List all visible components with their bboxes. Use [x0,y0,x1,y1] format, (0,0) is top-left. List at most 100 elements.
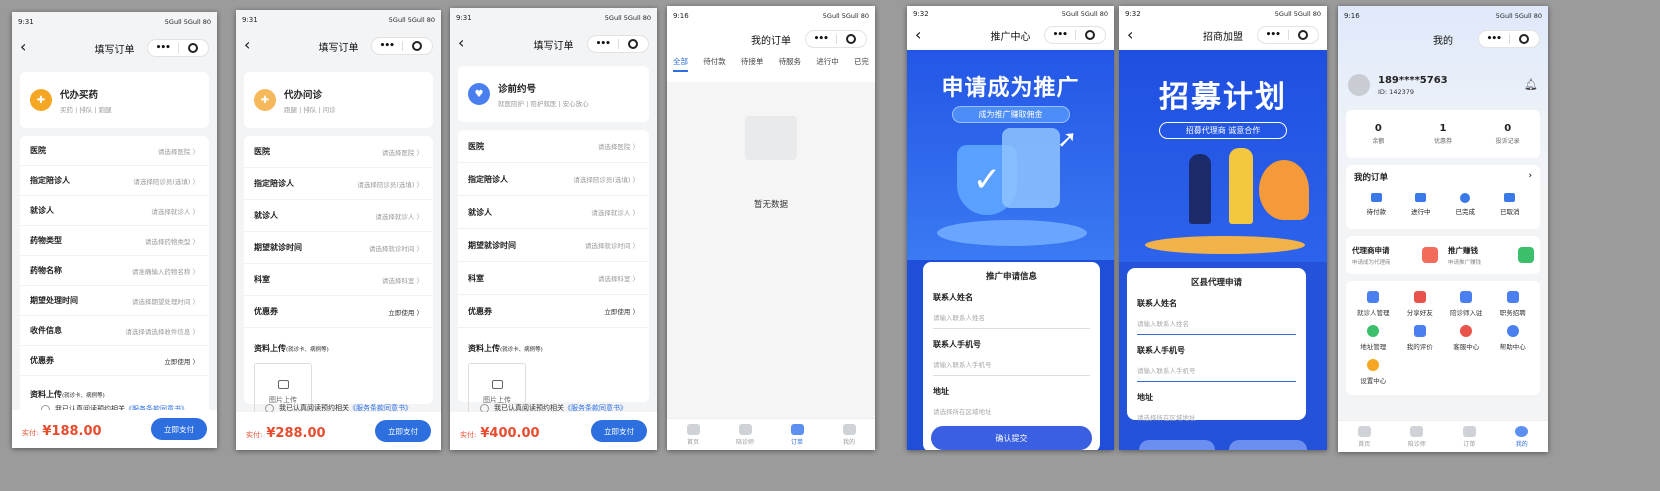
more-icon[interactable]: ••• [372,41,402,51]
form-row-companion[interactable]: 指定陪诊人 请选择陪诊员(选填) 〉 [458,163,649,196]
back-arrow-icon[interactable]: ‹ [20,38,26,56]
promote-earn-entry[interactable]: 推广赚钱 申请推广赚钱 [1444,245,1534,266]
contact-phone-input[interactable]: 请输入联系人手机号 [933,359,1090,376]
menu-reviews[interactable]: 我的评价 [1397,325,1444,351]
form-card: 医院 请选择医院 〉 指定陪诊人 请选择陪诊员(选填) 〉 就诊人 请选择就诊人 〉 … [20,136,209,428]
tab-pending-payment[interactable]: 待付款 [703,56,726,72]
mini-program-capsule[interactable]: ••• [587,35,649,53]
form-row-drug-name[interactable]: 药物名称 请准确输入药物名称 〉 [20,256,209,286]
form-row-patient[interactable]: 就诊人 请选择就诊人 〉 [20,196,209,226]
form-row-patient[interactable]: 就诊人 请选择就诊人 〉 [244,200,433,232]
mini-program-capsule[interactable]: ••• [147,39,209,57]
service-subtitle: 就医陪护 | 陪护就医 | 安心放心 [498,99,589,108]
camera-icon [491,379,503,389]
promo-application-form: 推广申请信息 联系人姓名 请输入联系人姓名 联系人手机号 请输入联系人手机号 地址请… [923,262,1100,450]
address-input[interactable]: 请选择所在区域地址 [933,406,1090,422]
mini-program-capsule[interactable]: ••• [1044,26,1106,44]
address-input[interactable]: 请选择所在区域地址 [1137,412,1296,428]
more-icon[interactable]: ••• [1479,34,1509,44]
form-row-patient[interactable]: 就诊人 请选择就诊人 〉 [458,196,649,229]
form-row-department[interactable]: 科室 请选择科室 〉 [244,264,433,296]
form-row-hospital[interactable]: 医院 请选择医院 〉 [458,130,649,163]
back-arrow-icon[interactable]: ‹ [915,26,921,44]
tab-home[interactable]: 首页 [1338,421,1391,452]
contact-phone-input[interactable]: 请输入联系人手机号 [1137,365,1296,382]
menu-jobs[interactable]: 职务招聘 [1490,291,1537,317]
order-completed[interactable]: 已完成 [1443,193,1488,216]
menu-companion-join[interactable]: 陪诊师入驻 [1443,291,1490,317]
menu-settings[interactable]: 设置中心 [1350,359,1397,385]
form-title: 推广申请信息 [985,272,1037,282]
tab-mine[interactable]: 我的 [1496,421,1549,452]
close-icon[interactable] [179,42,209,55]
bottom-button-left[interactable] [1139,440,1215,450]
tab-home[interactable]: 首页 [667,419,719,450]
close-icon[interactable] [1510,33,1540,46]
pay-button[interactable]: 立即支付 [375,420,431,442]
tab-companion[interactable]: 陪诊师 [719,419,771,450]
avatar[interactable] [1348,74,1370,96]
stat-balance[interactable]: 0 余额 [1346,123,1411,145]
my-orders-header[interactable]: 我的订单 › [1354,171,1532,183]
form-row-coupon[interactable]: 优惠券 立即使用 〉 [20,346,209,376]
more-icon[interactable]: ••• [806,34,836,44]
tab-orders[interactable]: 订单 [1443,421,1496,452]
order-in-progress[interactable]: 进行中 [1399,193,1444,216]
agent-apply-entry[interactable]: 代理商申请 申请成为代理商 [1352,245,1444,266]
stat-coupons[interactable]: 1 优惠券 [1411,123,1476,145]
back-arrow-icon[interactable]: ‹ [458,34,464,52]
mini-program-capsule[interactable]: ••• [805,30,867,48]
form-row-companion[interactable]: 指定陪诊人 请选择陪诊员(选填) 〉 [244,168,433,200]
more-icon[interactable]: ••• [148,43,178,53]
submit-button[interactable]: 确认提交 [931,426,1092,450]
more-icon[interactable]: ••• [1258,30,1288,40]
form-row-shipping[interactable]: 收件信息 请选择请选择收件信息 〉 [20,316,209,346]
form-row-department[interactable]: 科室 请选择科室 〉 [458,262,649,295]
menu-customer-service[interactable]: 客服中心 [1443,325,1490,351]
close-icon[interactable] [837,33,867,46]
pay-button[interactable]: 立即支付 [151,418,207,440]
tab-orders[interactable]: 订单 [771,419,823,450]
close-icon[interactable] [403,40,433,53]
close-icon[interactable] [619,38,649,51]
menu-patient-management[interactable]: 就诊人管理 [1350,291,1397,317]
close-icon[interactable] [1289,29,1319,42]
mini-program-capsule[interactable]: ••• [1478,30,1540,48]
menu-address[interactable]: 地址管理 [1350,325,1397,351]
tab-mine[interactable]: 我的 [823,419,875,450]
contact-name-input[interactable]: 请输入联系人姓名 [933,312,1090,329]
order-pending-payment[interactable]: 待付款 [1354,193,1399,216]
close-icon[interactable] [1076,29,1106,42]
tab-pending-accept[interactable]: 待接单 [741,56,764,72]
tab-all[interactable]: 全部 [673,56,688,72]
tab-companion[interactable]: 陪诊师 [1391,421,1444,452]
form-row-hospital[interactable]: 医院 请选择医院 〉 [244,136,433,168]
menu-help[interactable]: 帮助中心 [1490,325,1537,351]
form-row-time[interactable]: 期望就诊时间 请选择就诊时间 〉 [244,232,433,264]
form-row-coupon[interactable]: 优惠券 立即使用 〉 [458,295,649,328]
bottom-button-right[interactable] [1229,440,1307,450]
mini-program-capsule[interactable]: ••• [1257,26,1319,44]
form-row-coupon[interactable]: 优惠券 立即使用 〉 [244,296,433,328]
menu-share[interactable]: 分享好友 [1397,291,1444,317]
more-icon[interactable]: ••• [588,39,618,49]
tab-completed[interactable]: 已完 [854,56,869,72]
form-row-time[interactable]: 期望就诊时间 请选择就诊时间 〉 [458,229,649,262]
tab-in-progress[interactable]: 进行中 [816,56,839,72]
order-cancelled[interactable]: 已取消 [1488,193,1533,216]
form-row-time[interactable]: 期望处理时间 请选择期望处理时间 〉 [20,286,209,316]
more-icon[interactable]: ••• [1045,30,1075,40]
form-row-hospital[interactable]: 医院 请选择医院 〉 [20,136,209,166]
page-title: 招商加盟 [1203,31,1243,43]
notification-bell-icon[interactable]: 🔔︎ [1524,78,1538,91]
contact-name-input[interactable]: 请输入联系人姓名 [1137,318,1296,335]
status-bar: 9:16 5Gull 5Gull 80 [673,12,869,20]
pay-button[interactable]: 立即支付 [591,420,647,442]
tab-pending-service[interactable]: 待服务 [779,56,802,72]
back-arrow-icon[interactable]: ‹ [1127,26,1133,44]
mini-program-capsule[interactable]: ••• [371,37,433,55]
back-arrow-icon[interactable]: ‹ [244,36,250,54]
form-row-companion[interactable]: 指定陪诊人 请选择陪诊员(选填) 〉 [20,166,209,196]
form-row-drug-type[interactable]: 药物类型 请选择药物类型 〉 [20,226,209,256]
stat-complaints[interactable]: 0 投诉记录 [1475,123,1540,145]
